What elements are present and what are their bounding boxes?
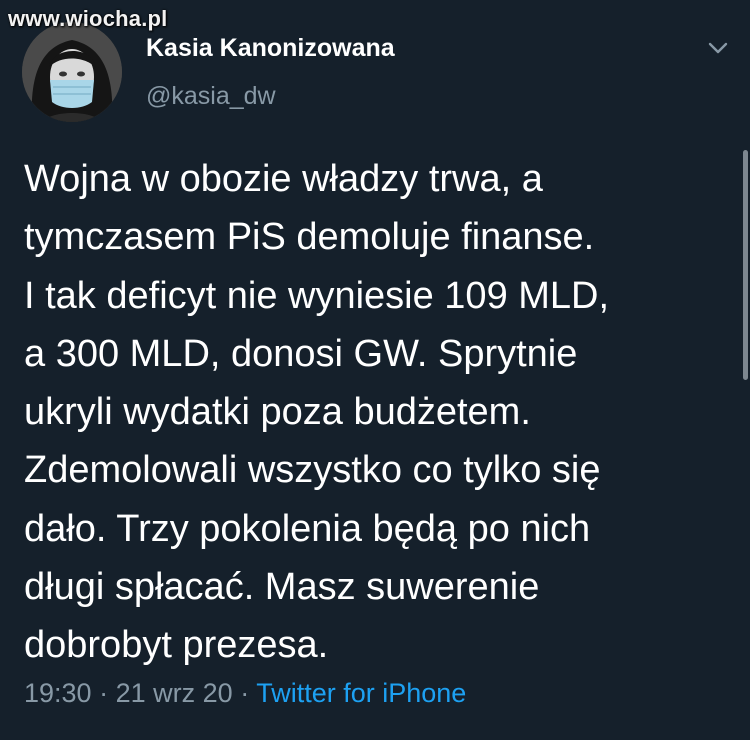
meta-separator: · xyxy=(240,678,250,708)
tweet-date[interactable]: 21 wrz 20 xyxy=(116,678,233,708)
tweet-source-link[interactable]: Twitter for iPhone xyxy=(256,678,466,708)
avatar[interactable] xyxy=(22,22,122,122)
watermark: www.wiocha.pl xyxy=(8,6,168,31)
avatar-image xyxy=(22,22,122,122)
tweet-meta: 19:30 · 21 wrz 20 · Twitter for iPhone xyxy=(24,678,466,709)
chevron-down-icon[interactable] xyxy=(706,38,730,58)
user-handle[interactable]: @kasia_dw xyxy=(146,82,276,111)
meta-separator: · xyxy=(99,678,109,708)
display-name[interactable]: Kasia Kanonizowana xyxy=(146,34,395,63)
tweet-text: Wojna w obozie władzy trwa, a tymczasem … xyxy=(24,158,610,667)
tweet-time[interactable]: 19:30 xyxy=(24,678,92,708)
scrollbar[interactable] xyxy=(743,150,748,380)
